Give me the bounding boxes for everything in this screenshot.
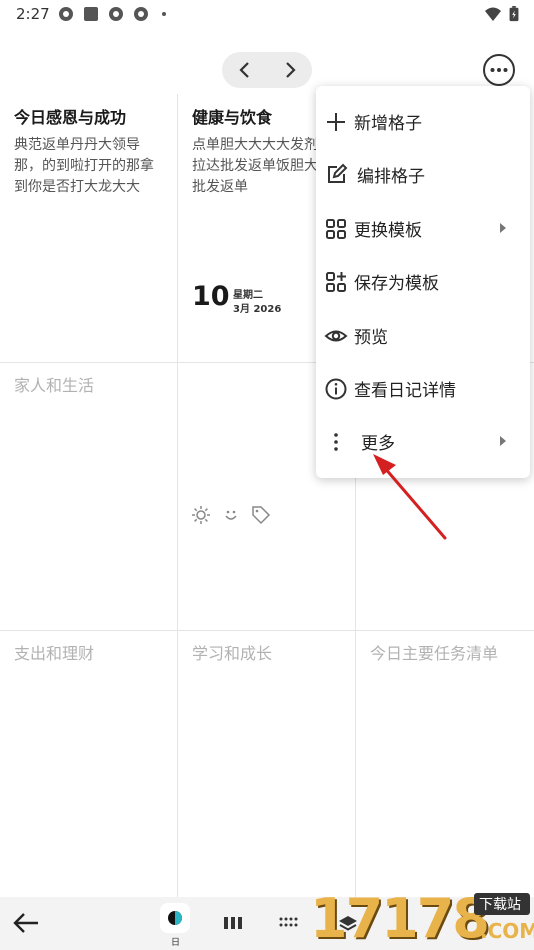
menu-item-label: 新增格子 <box>354 114 422 134</box>
wifi-icon <box>485 7 501 21</box>
date-weekday: 星期二 <box>233 290 263 301</box>
cell-text: 典范返单丹丹大领导那，的到啦打开的那拿到你是否打大龙大大 <box>14 137 154 195</box>
plus-icon <box>327 113 345 131</box>
cell-title: 今日感恩与成功 <box>14 108 127 127</box>
weather-sun-icon[interactable] <box>191 505 211 525</box>
grid-cell[interactable]: 今日主要任务清单 <box>356 643 534 665</box>
menu-item-label: 查看日记详情 <box>354 381 456 401</box>
mood-icon[interactable] <box>221 505 241 525</box>
submenu-arrow-icon <box>500 436 506 446</box>
annotation-arrow-icon <box>373 454 447 540</box>
grid-add-icon <box>326 272 346 292</box>
cell-title: 学习和成长 <box>192 644 273 663</box>
menu-item-arrange-cells[interactable]: 编排格子 <box>316 150 530 200</box>
menu-item-save-template[interactable]: 保存为模板 <box>316 257 530 307</box>
next-button[interactable] <box>267 52 312 88</box>
square-icon <box>84 7 98 21</box>
menu-item-label: 保存为模板 <box>354 274 439 294</box>
options-menu: 新增格子 编排格子 更换模板 保存为模板 预览 查看日记详情 更多 <box>316 86 530 478</box>
cell-title: 支出和理财 <box>14 644 95 663</box>
menu-item-change-template[interactable]: 更换模板 <box>316 204 530 254</box>
chevron-right-icon <box>285 62 296 78</box>
battery-icon <box>509 6 519 22</box>
tag-icon[interactable] <box>251 505 271 525</box>
dot-icon <box>162 12 166 16</box>
more-vert-icon <box>334 433 338 451</box>
cell-title: 家人和生活 <box>14 376 95 395</box>
date-nav <box>222 52 312 88</box>
menu-item-label: 预览 <box>354 328 388 348</box>
eye-icon <box>324 330 348 342</box>
tab-day-label: 日 <box>171 938 181 948</box>
chevron-left-icon <box>238 62 249 78</box>
watermark-domain: .COM <box>480 919 534 943</box>
tab-day[interactable] <box>160 903 190 933</box>
menu-item-label: 更换模板 <box>354 221 422 241</box>
grid-icon <box>326 219 346 239</box>
aperture-icon <box>134 7 148 21</box>
date-month-year: 3月 2026 <box>233 304 282 315</box>
grid-cell[interactable]: 今日感恩与成功 典范返单丹丹大领导那，的到啦打开的那拿到你是否打大龙大大 <box>0 107 177 198</box>
menu-item-preview[interactable]: 预览 <box>316 311 530 361</box>
grid-cell[interactable]: 家人和生活 <box>0 375 177 397</box>
submenu-arrow-icon <box>500 223 506 233</box>
day-view-icon <box>168 911 182 925</box>
cell-title: 今日主要任务清单 <box>370 644 499 663</box>
site-watermark: 17178 下载站 .COM <box>310 887 534 950</box>
more-options-button[interactable] <box>482 53 516 87</box>
menu-item-label: 编排格子 <box>357 167 425 187</box>
grid-divider <box>0 630 534 631</box>
aperture-icon <box>59 7 73 21</box>
status-time: 2:27 <box>16 5 50 23</box>
menu-item-view-details[interactable]: 查看日记详情 <box>316 364 530 414</box>
grid-cell[interactable]: 学习和成长 <box>178 643 355 665</box>
back-arrow-icon[interactable] <box>12 911 40 935</box>
edit-icon <box>328 163 348 183</box>
menu-item-add-cell[interactable]: 新增格子 <box>316 97 530 147</box>
date-day: 10 <box>192 281 230 312</box>
grid-cell[interactable]: 支出和理财 <box>0 643 177 665</box>
grid-divider <box>177 94 178 897</box>
month-view-icon[interactable] <box>278 914 300 932</box>
watermark-site-text: 下载站 <box>479 897 521 913</box>
info-icon <box>325 378 347 400</box>
watermark-digits: 17178 <box>310 887 490 950</box>
prev-button[interactable] <box>222 52 267 88</box>
week-view-icon[interactable] <box>222 914 244 932</box>
status-bar: 2:27 <box>0 0 534 30</box>
aperture-icon <box>109 7 123 21</box>
